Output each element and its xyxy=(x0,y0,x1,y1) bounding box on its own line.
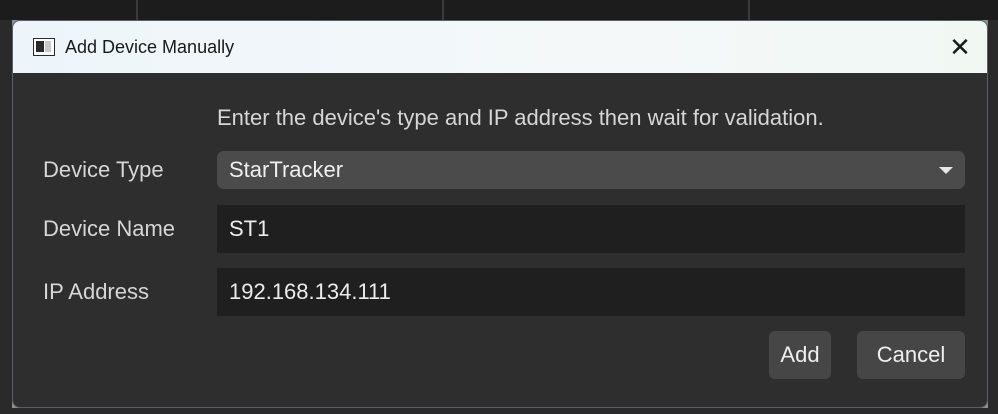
ip-address-label: IP Address xyxy=(43,279,149,304)
close-icon[interactable]: ✕ xyxy=(933,21,987,73)
background-divider xyxy=(442,0,444,20)
chevron-down-icon xyxy=(939,167,953,174)
ip-address-field[interactable]: 192.168.134.111 xyxy=(217,268,965,316)
add-button[interactable]: Add xyxy=(769,331,831,379)
background-app-left xyxy=(0,20,12,414)
background-app-right xyxy=(988,20,998,414)
dialog-content: Enter the device's type and IP address t… xyxy=(13,73,987,407)
window-app-icon xyxy=(33,38,55,56)
dialog-titlebar[interactable]: Add Device Manually ✕ xyxy=(13,21,987,73)
background-divider xyxy=(748,0,750,20)
add-device-dialog: Add Device Manually ✕ Enter the device's… xyxy=(12,20,988,408)
background-divider xyxy=(136,0,138,20)
instruction-text: Enter the device's type and IP address t… xyxy=(217,105,824,130)
device-type-label: Device Type xyxy=(43,157,164,182)
device-name-field[interactable]: ST1 xyxy=(217,205,965,253)
device-type-select[interactable]: StarTracker xyxy=(217,151,965,189)
background-app-bottom xyxy=(0,408,998,414)
cancel-button[interactable]: Cancel xyxy=(857,331,965,379)
device-type-value: StarTracker xyxy=(229,157,344,182)
dialog-title: Add Device Manually xyxy=(65,37,235,57)
background-app-strip xyxy=(0,0,998,20)
device-name-label: Device Name xyxy=(43,216,176,241)
